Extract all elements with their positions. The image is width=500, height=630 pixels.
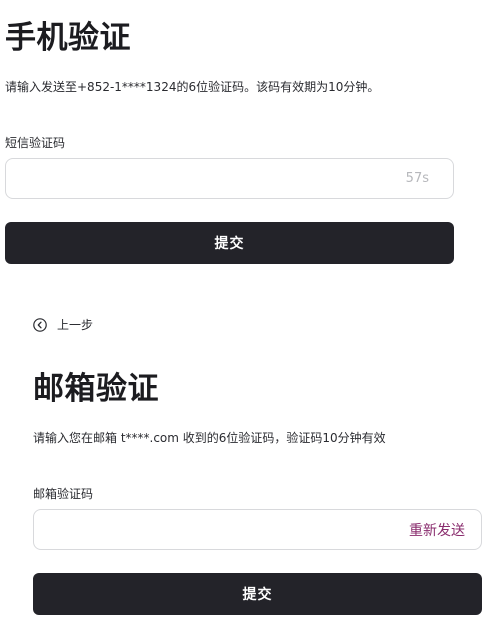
resend-code-link[interactable]: 重新发送 [409,510,465,549]
sms-code-field: 57s [5,158,454,199]
email-verification-description: 请输入您在邮箱 t****.com 收到的6位验证码，验证码10分钟有效 [33,431,386,445]
back-link-label: 上一步 [57,318,94,332]
back-link[interactable]: 上一步 [33,316,93,333]
email-submit-button[interactable]: 提交 [33,573,482,615]
email-code-label: 邮箱验证码 [33,487,94,501]
chevron-left-circle-icon [33,317,47,332]
resend-countdown: 57s [405,171,429,186]
email-code-field: 重新发送 [33,509,482,550]
phone-verification-description: 请输入发送至+852-1****1324的6位验证码。该码有效期为10分钟。 [5,80,380,94]
phone-submit-button[interactable]: 提交 [5,222,454,264]
email-verification-title: 邮箱验证 [33,371,159,407]
phone-verification-title: 手机验证 [5,20,131,56]
sms-code-label: 短信验证码 [5,136,66,150]
email-code-input[interactable] [46,510,386,549]
sms-code-input[interactable] [18,159,398,198]
